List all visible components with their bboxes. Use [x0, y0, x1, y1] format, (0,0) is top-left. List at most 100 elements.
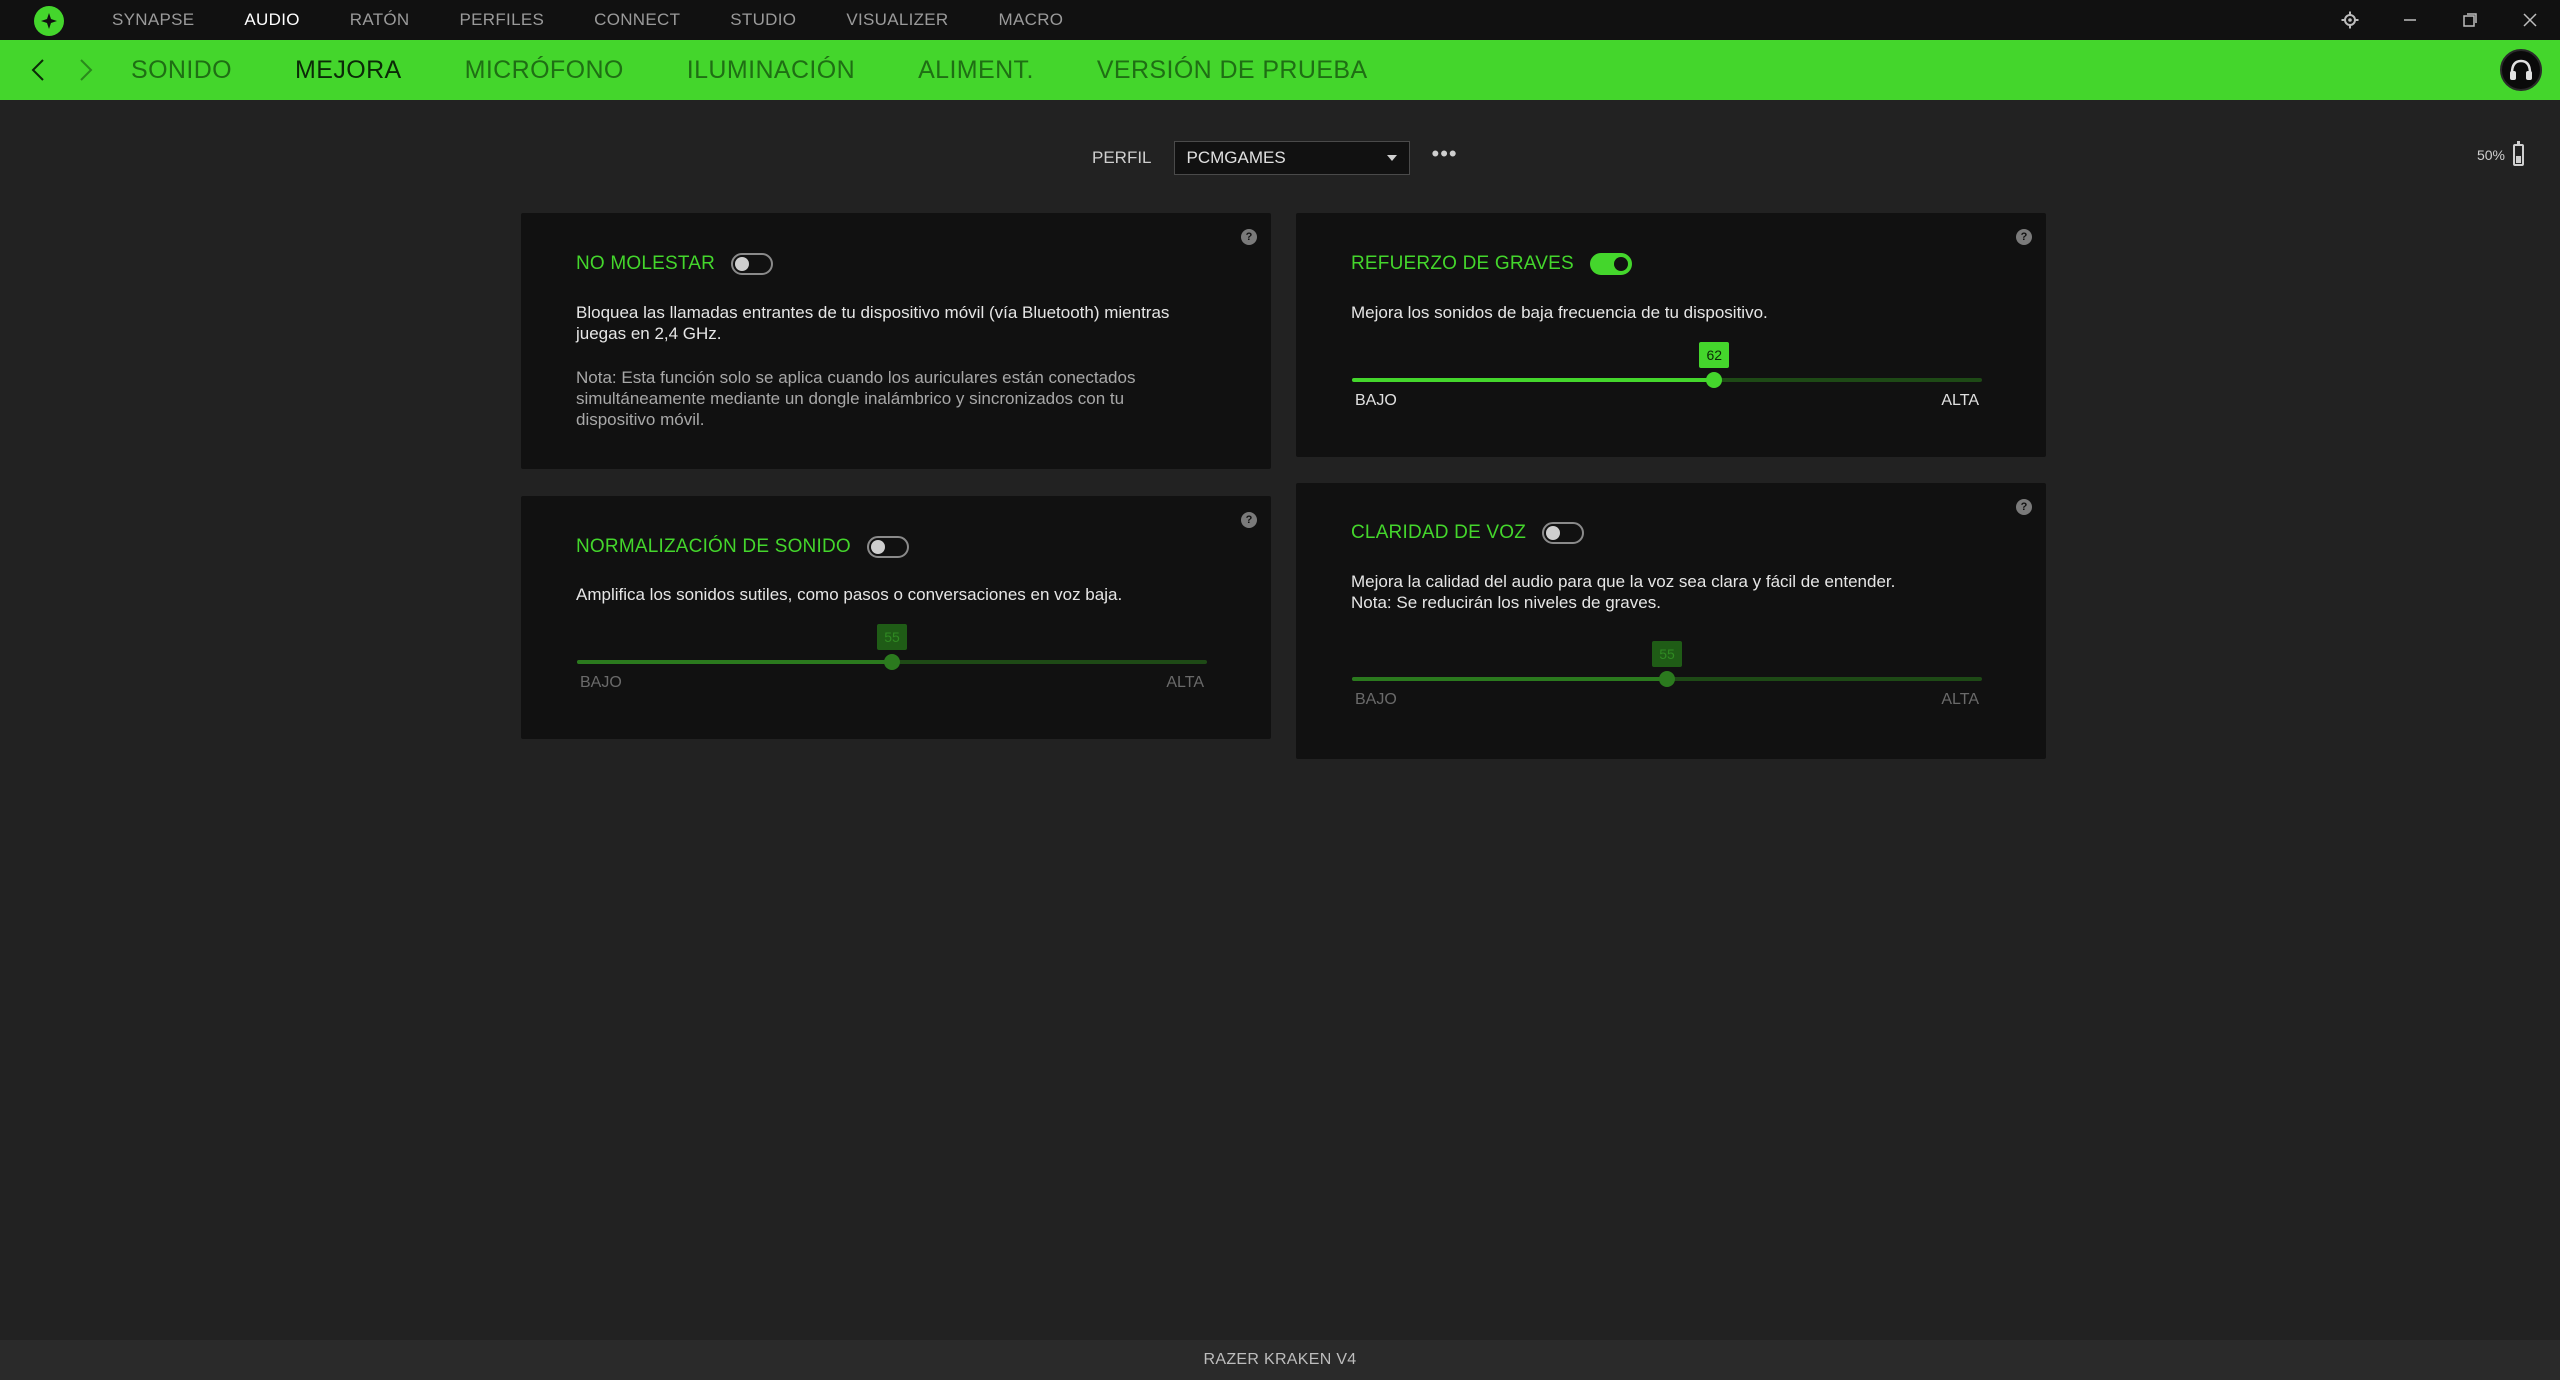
- restore-icon: [2463, 13, 2477, 27]
- settings-button[interactable]: [2320, 0, 2380, 40]
- description-line: Amplifica los sonidos sutiles, como paso…: [576, 585, 1123, 604]
- refuerzo-slider[interactable]: 62 BAJO ALTA: [1352, 342, 1982, 409]
- refuerzo-toggle[interactable]: [1589, 253, 1632, 275]
- forward-button[interactable]: [62, 40, 110, 100]
- slider-max-label: ALTA: [1941, 392, 1979, 409]
- chevron-left-icon: [31, 59, 44, 81]
- no-molestar-toggle[interactable]: [731, 253, 774, 275]
- headset-avatar-icon[interactable]: [2500, 49, 2542, 91]
- razer-logo-icon[interactable]: [34, 6, 64, 36]
- toggle-knob: [870, 540, 885, 554]
- profile-row: PERFIL PCMGAMES •••: [1092, 141, 1458, 175]
- panel-header: NO MOLESTAR: [576, 253, 774, 275]
- minimize-button[interactable]: [2380, 0, 2440, 40]
- close-button[interactable]: [2500, 0, 2560, 40]
- back-button[interactable]: [14, 40, 62, 100]
- description-line: Nota: Se reducirán los niveles de graves…: [1351, 593, 1661, 612]
- panel-header: NORMALIZACIÓN DE SONIDO: [576, 536, 909, 558]
- panel-claridad-de-voz: ? CLARIDAD DE VOZ Mejora la calidad del …: [1296, 483, 2046, 759]
- top-nav-raton[interactable]: RATÓN: [350, 10, 410, 30]
- note-line: simultáneamente mediante un dongle inalá…: [576, 389, 1125, 408]
- slider-max-label: ALTA: [1166, 674, 1204, 691]
- tab-aliment[interactable]: ALIMENT.: [918, 56, 1034, 85]
- tab-sonido[interactable]: SONIDO: [131, 56, 232, 85]
- sub-nav-tabs: SONIDO MEJORA MICRÓFONO ILUMINACIÓN ALIM…: [131, 40, 1431, 100]
- footer-device-bar: RAZER KRAKEN V4: [0, 1340, 2560, 1380]
- profile-select[interactable]: PCMGAMES: [1173, 141, 1410, 175]
- help-icon[interactable]: ?: [1241, 512, 1257, 528]
- description-line: Bloquea las llamadas entrantes de tu dis…: [576, 303, 1170, 322]
- normalizacion-toggle[interactable]: [866, 536, 909, 558]
- top-nav-studio[interactable]: STUDIO: [730, 10, 796, 30]
- panel-header: REFUERZO DE GRAVES: [1351, 253, 1632, 275]
- top-nav-synapse[interactable]: SYNAPSE: [112, 10, 194, 30]
- top-nav-audio[interactable]: AUDIO: [244, 10, 299, 30]
- caret-down-icon: [1386, 155, 1397, 161]
- slider-value-badge: 55: [1652, 641, 1682, 667]
- slider-min-label: BAJO: [1355, 691, 1397, 708]
- sub-nav: SONIDO MEJORA MICRÓFONO ILUMINACIÓN ALIM…: [0, 40, 2560, 100]
- top-nav-connect[interactable]: CONNECT: [594, 10, 680, 30]
- description-line: juegas en 2,4 GHz.: [576, 324, 722, 343]
- title-bar: SYNAPSE AUDIO RATÓN PERFILES CONNECT STU…: [0, 0, 2560, 40]
- top-nav-visualizer[interactable]: VISUALIZER: [846, 10, 948, 30]
- profile-label: PERFIL: [1092, 148, 1152, 167]
- help-icon[interactable]: ?: [1241, 229, 1257, 245]
- normalizacion-slider[interactable]: 55 BAJO ALTA: [577, 624, 1207, 691]
- panel-header: CLARIDAD DE VOZ: [1351, 522, 1585, 544]
- profile-more-button[interactable]: •••: [1432, 143, 1458, 173]
- no-molestar-title: NO MOLESTAR: [576, 253, 716, 274]
- battery-level-fill: [2516, 156, 2521, 163]
- panel-no-molestar: ? NO MOLESTAR Bloquea las llamadas entra…: [521, 213, 1271, 469]
- device-name: RAZER KRAKEN V4: [1203, 1351, 1357, 1368]
- no-molestar-description: Bloquea las llamadas entrantes de tu dis…: [576, 302, 1169, 344]
- window-controls: [2320, 0, 2560, 40]
- profile-selected-value: PCMGAMES: [1186, 148, 1286, 167]
- tab-mejora[interactable]: MEJORA: [295, 56, 402, 85]
- refuerzo-description: Mejora los sonidos de baja frecuencia de…: [1351, 302, 1768, 323]
- maximize-button[interactable]: [2440, 0, 2500, 40]
- slider-thumb[interactable]: [1659, 671, 1675, 687]
- close-icon: [2523, 13, 2537, 27]
- battery-percent: 50%: [2476, 147, 2505, 163]
- panel-normalizacion: ? NORMALIZACIÓN DE SONIDO Amplifica los …: [521, 496, 1271, 739]
- note-line: Nota: Esta función solo se aplica cuando…: [576, 368, 1136, 387]
- toggle-knob: [1613, 257, 1628, 271]
- slider-thumb[interactable]: [884, 654, 900, 670]
- tab-iluminacion[interactable]: ILUMINACIÓN: [687, 56, 855, 85]
- claridad-toggle[interactable]: [1542, 522, 1585, 544]
- slider-value-badge: 55: [877, 624, 907, 650]
- history-arrows: [14, 40, 110, 100]
- help-icon[interactable]: ?: [2016, 229, 2032, 245]
- description-line: Mejora los sonidos de baja frecuencia de…: [1351, 303, 1768, 322]
- top-nav-macro[interactable]: MACRO: [999, 10, 1064, 30]
- claridad-slider[interactable]: 55 BAJO ALTA: [1352, 641, 1982, 708]
- slider-min-label: BAJO: [1355, 392, 1397, 409]
- note-line: dispositivo móvil.: [576, 410, 705, 429]
- normalizacion-title: NORMALIZACIÓN DE SONIDO: [576, 536, 851, 557]
- top-nav-perfiles[interactable]: PERFILES: [460, 10, 545, 30]
- top-nav: SYNAPSE AUDIO RATÓN PERFILES CONNECT STU…: [112, 0, 1113, 40]
- toggle-knob: [735, 257, 750, 271]
- description-line: Mejora la calidad del audio para que la …: [1351, 572, 1896, 591]
- slider-min-label: BAJO: [580, 674, 622, 691]
- claridad-description: Mejora la calidad del audio para que la …: [1351, 571, 1895, 613]
- normalizacion-description: Amplifica los sonidos sutiles, como paso…: [576, 584, 1122, 605]
- slider-fill: [1352, 378, 1715, 382]
- tab-version-de-prueba[interactable]: VERSIÓN DE PRUEBA: [1097, 56, 1368, 85]
- panel-refuerzo-de-graves: ? REFUERZO DE GRAVES Mejora los sonidos …: [1296, 213, 2046, 457]
- slider-fill: [577, 660, 892, 664]
- toggle-knob: [1546, 526, 1561, 540]
- slider-value-badge: 62: [1699, 342, 1730, 368]
- help-icon[interactable]: ?: [2016, 499, 2032, 515]
- no-molestar-note: Nota: Esta función solo se aplica cuando…: [576, 367, 1135, 430]
- refuerzo-title: REFUERZO DE GRAVES: [1351, 253, 1574, 274]
- tab-microfono[interactable]: MICRÓFONO: [465, 56, 624, 85]
- chevron-right-icon: [80, 59, 93, 81]
- slider-thumb[interactable]: [1706, 372, 1723, 388]
- battery-icon: [2513, 141, 2524, 166]
- slider-fill: [1352, 677, 1667, 681]
- slider-max-label: ALTA: [1941, 691, 1979, 708]
- minimize-icon: [2404, 19, 2416, 21]
- gear-icon: [2341, 11, 2359, 29]
